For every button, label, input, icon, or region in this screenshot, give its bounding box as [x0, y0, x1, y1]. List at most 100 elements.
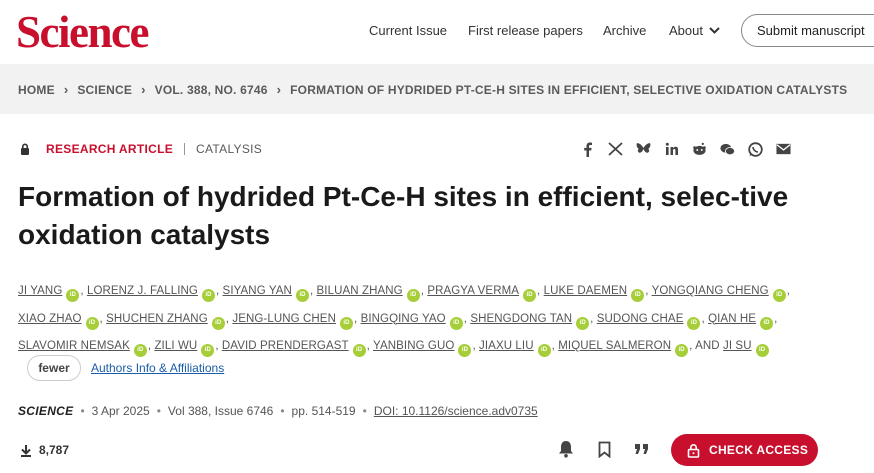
volume-issue: Vol 388, Issue 6746 — [167, 404, 274, 418]
author-name[interactable]: BINGQING YAO — [361, 313, 446, 325]
download-count: 8,787 — [20, 443, 69, 457]
author-separator: , — [80, 285, 87, 297]
author-name[interactable]: SHENGDONG TAN — [470, 313, 572, 325]
separator-dot: • — [156, 404, 161, 418]
separator-dot: • — [80, 404, 85, 418]
wechat-icon[interactable] — [720, 141, 735, 157]
nav-first-release[interactable]: First release papers — [468, 23, 583, 38]
orcid-icon[interactable]: iD — [449, 316, 463, 330]
fewer-authors-button[interactable]: fewer — [27, 355, 81, 381]
article-meta: RESEARCH ARTICLE CATALYSIS — [18, 142, 262, 156]
orcid-icon[interactable]: iD — [66, 289, 80, 302]
orcid-icon[interactable]: iD — [772, 289, 786, 302]
orcid-icon[interactable]: iD — [537, 344, 551, 357]
author-name[interactable]: SHUCHEN ZHANG — [106, 313, 208, 325]
author-name[interactable]: YONGQIANG CHENG — [652, 285, 769, 297]
divider — [184, 143, 186, 155]
orcid-icon[interactable]: iD — [85, 316, 99, 330]
author-name[interactable]: SIYANG YAN — [223, 285, 292, 297]
doi-link[interactable]: DOI: 10.1126/science.adv0735 — [374, 404, 538, 418]
separator-dot: • — [362, 404, 367, 418]
author-name[interactable]: ZILI WU — [154, 340, 197, 352]
breadcrumb-home[interactable]: HOME — [18, 83, 55, 97]
nav-about-label: About — [669, 23, 703, 38]
orcid-icon[interactable]: iD — [211, 316, 225, 330]
citation-line: SCIENCE • 3 Apr 2025 • Vol 388, Issue 67… — [18, 404, 538, 418]
chevron-down-icon — [709, 27, 720, 34]
lock-icon — [687, 443, 700, 458]
nav-archive[interactable]: Archive — [603, 23, 646, 38]
linkedin-icon[interactable] — [664, 141, 679, 157]
breadcrumb-bar: HOME › SCIENCE › VOL. 388, NO. 6746 › FO… — [0, 64, 874, 114]
quote-icon[interactable] — [632, 438, 652, 460]
page-range: pp. 514-519 — [291, 404, 356, 418]
reddit-icon[interactable] — [692, 141, 707, 157]
author-separator: , — [590, 312, 597, 325]
science-logo[interactable]: Science — [16, 6, 149, 58]
breadcrumb-current: FORMATION OF HYDRIDED PT-CE-H SITES IN E… — [290, 82, 848, 97]
author-name[interactable]: JI SU — [723, 340, 752, 352]
submit-manuscript-button[interactable]: Submit manuscript — [741, 14, 874, 47]
author-name[interactable]: SLAVOMIR NEMSAK — [18, 340, 130, 352]
email-icon[interactable] — [776, 141, 791, 157]
author-separator: , — [774, 312, 778, 325]
check-access-button[interactable]: CHECK ACCESS — [671, 434, 818, 466]
article-type[interactable]: RESEARCH ARTICLE — [46, 142, 173, 156]
journal-name[interactable]: SCIENCE — [18, 404, 73, 418]
orcid-icon[interactable]: iD — [133, 344, 147, 357]
orcid-icon[interactable]: iD — [201, 289, 215, 302]
breadcrumb-volume[interactable]: VOL. 388, NO. 6746 — [155, 83, 268, 97]
nav-current-issue[interactable]: Current Issue — [369, 23, 447, 38]
orcid-icon[interactable]: iD — [201, 344, 215, 357]
author-name[interactable]: JIAXU LIU — [479, 340, 534, 352]
publish-date: 3 Apr 2025 — [91, 404, 150, 418]
whatsapp-icon[interactable] — [748, 141, 763, 157]
bookmark-icon[interactable] — [594, 438, 614, 460]
orcid-icon[interactable]: iD — [755, 344, 769, 357]
author-name[interactable]: DAVID PRENDERGAST — [222, 340, 349, 352]
orcid-icon[interactable]: iD — [675, 344, 689, 357]
x-icon[interactable] — [608, 141, 623, 157]
bluesky-icon[interactable] — [636, 141, 651, 157]
orcid-icon[interactable]: iD — [576, 316, 590, 330]
check-access-label: CHECK ACCESS — [709, 443, 809, 457]
authors-affiliations-link[interactable]: Authors Info & Affiliations — [91, 361, 224, 375]
author-name[interactable]: BILUAN ZHANG — [317, 285, 403, 297]
orcid-icon[interactable]: iD — [406, 289, 420, 302]
chevron-right-icon: › — [276, 82, 282, 97]
orcid-icon[interactable]: iD — [458, 344, 472, 357]
author-name[interactable]: PRAGYA VERMA — [427, 285, 519, 297]
author-name[interactable]: MIQUEL SALMERON — [558, 340, 671, 352]
orcid-icon[interactable]: iD — [523, 289, 537, 302]
orcid-icon[interactable]: iD — [687, 316, 701, 330]
author-name[interactable]: XIAO ZHAO — [18, 313, 82, 325]
facebook-icon[interactable] — [580, 141, 595, 157]
author-name[interactable]: QIAN HE — [708, 313, 756, 325]
author-separator: , — [215, 340, 222, 352]
bell-icon[interactable] — [556, 438, 576, 460]
share-toolbar — [580, 141, 791, 157]
author-separator: , — [215, 285, 223, 297]
lock-icon — [21, 143, 29, 155]
download-icon — [21, 444, 31, 457]
nav-about[interactable]: About — [669, 23, 720, 38]
author-name[interactable]: YANBING GUO — [373, 340, 454, 352]
orcid-icon[interactable]: iD — [295, 289, 309, 302]
author-name[interactable]: SUDONG CHAE — [597, 313, 684, 325]
author-and: AND — [695, 340, 720, 352]
orcid-icon[interactable]: iD — [339, 316, 353, 330]
article-title: Formation of hydrided Pt-Ce-H sites in e… — [18, 181, 789, 250]
orcid-icon[interactable]: iD — [631, 289, 645, 302]
author-list: JI YANG iD, LORENZ J. FALLING iD, SIYANG Y… — [18, 278, 818, 361]
author-name[interactable]: LORENZ J. FALLING — [87, 285, 198, 297]
chevron-right-icon: › — [63, 82, 69, 97]
breadcrumb-science[interactable]: SCIENCE — [77, 83, 132, 97]
article-category[interactable]: CATALYSIS — [196, 142, 262, 156]
author-name[interactable]: LUKE DAEMEN — [544, 285, 628, 297]
author-separator: , — [786, 285, 791, 297]
chevron-right-icon: › — [141, 82, 146, 97]
orcid-icon[interactable]: iD — [760, 316, 774, 330]
author-name[interactable]: JENG-LUNG CHEN — [232, 313, 336, 325]
orcid-icon[interactable]: iD — [352, 344, 366, 357]
author-name[interactable]: JI YANG — [18, 285, 62, 297]
